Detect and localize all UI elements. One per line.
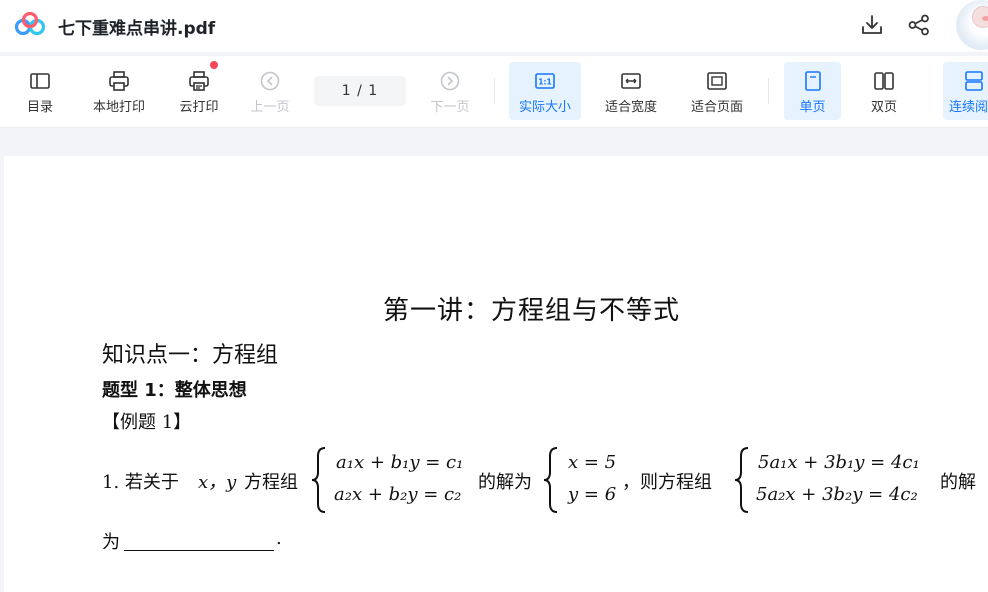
app-logo-icon xyxy=(14,11,46,36)
answer-period: . xyxy=(276,528,282,549)
brace-left-1 xyxy=(311,447,326,513)
equation-1: a₁x + b₁y = c₁ xyxy=(336,452,464,473)
local-print-button[interactable]: 本地打印 xyxy=(86,62,152,120)
solution-y: y = 6 xyxy=(568,484,617,505)
question-vars: x，y xyxy=(198,472,237,493)
outline-label: 目录 xyxy=(26,100,53,115)
answer-prefix: 为 xyxy=(102,532,120,553)
double-page-icon xyxy=(874,72,894,90)
fit-width-label: 适合宽度 xyxy=(604,100,657,115)
end-text: 的解 xyxy=(940,472,976,493)
equation-2: a₂x + b₂y = c₂ xyxy=(334,484,462,505)
example-label: 【例题 1】 xyxy=(102,412,192,433)
prev-page-button[interactable]: 上一页 xyxy=(246,62,294,120)
single-page-icon xyxy=(804,71,821,91)
next-page-label: 下一页 xyxy=(430,100,470,115)
equation-3: 5a₁x + 3b₁y = 4c₁ xyxy=(758,452,920,473)
outline-icon xyxy=(30,73,50,89)
notification-dot xyxy=(210,61,218,69)
chevron-right-icon xyxy=(440,71,460,91)
subsection-heading: 题型 1：整体思想 xyxy=(102,380,247,401)
next-page-button[interactable]: 下一页 xyxy=(426,62,474,120)
actual-size-icon: 1:1 xyxy=(535,73,555,89)
toolbar-divider xyxy=(768,78,769,104)
outline-button[interactable]: 目录 xyxy=(18,62,62,120)
double-page-button[interactable]: 双页 xyxy=(860,62,908,120)
page-number-input[interactable]: 1 / 1 xyxy=(314,76,406,106)
download-icon[interactable] xyxy=(859,12,885,38)
cloud-printer-icon xyxy=(189,71,209,91)
title-bar: 七下重难点串讲.pdf xyxy=(0,0,988,52)
chevron-left-icon xyxy=(260,71,280,91)
brace-left-3 xyxy=(734,447,749,513)
brace-left-2 xyxy=(543,447,558,513)
solution-text: 的解为 xyxy=(478,472,532,493)
fit-width-button[interactable]: 适合宽度 xyxy=(598,62,664,120)
fit-page-button[interactable]: 适合页面 xyxy=(684,62,750,120)
local-print-label: 本地打印 xyxy=(92,100,145,115)
document-heading: 第一讲：方程组与不等式 xyxy=(383,296,681,326)
single-page-label: 单页 xyxy=(799,100,826,115)
continuous-read-button[interactable]: 连续阅 xyxy=(943,62,988,120)
pdf-page xyxy=(4,156,988,592)
fit-page-icon xyxy=(707,72,727,90)
actual-size-label: 实际大小 xyxy=(518,100,571,115)
avatar-cheek xyxy=(982,16,988,21)
svg-text:1:1: 1:1 xyxy=(538,78,551,87)
file-title: 七下重难点串讲.pdf xyxy=(58,19,216,39)
answer-blank xyxy=(124,550,274,551)
then-text: ，则方程组 xyxy=(622,472,712,493)
continuous-label: 连续阅 xyxy=(949,100,988,115)
equation-4: 5a₂x + 3b₂y = 4c₂ xyxy=(756,484,918,505)
cloud-print-label: 云打印 xyxy=(179,100,219,115)
prev-page-label: 上一页 xyxy=(250,100,290,115)
question-prefix: 1. 若关于 xyxy=(102,472,179,493)
actual-size-button[interactable]: 1:1 实际大小 xyxy=(509,62,581,120)
fit-width-icon xyxy=(621,73,641,89)
double-page-label: 双页 xyxy=(870,100,897,115)
fit-page-label: 适合页面 xyxy=(690,100,743,115)
share-icon[interactable] xyxy=(906,12,932,38)
question-group-text: 方程组 xyxy=(244,472,298,493)
continuous-icon xyxy=(965,71,983,91)
cloud-print-button[interactable]: 云打印 xyxy=(174,62,224,120)
toolbar-divider xyxy=(494,78,495,104)
solution-x: x = 5 xyxy=(568,452,617,473)
printer-icon xyxy=(109,71,129,91)
toolbar: 目录 本地打印 云打印 上一页 1 / 1 下一页 1:1 实际大小 适合宽度 … xyxy=(0,56,988,128)
section-heading: 知识点一：方程组 xyxy=(102,343,279,368)
user-avatar[interactable] xyxy=(956,0,988,50)
single-page-button[interactable]: 单页 xyxy=(784,62,841,120)
